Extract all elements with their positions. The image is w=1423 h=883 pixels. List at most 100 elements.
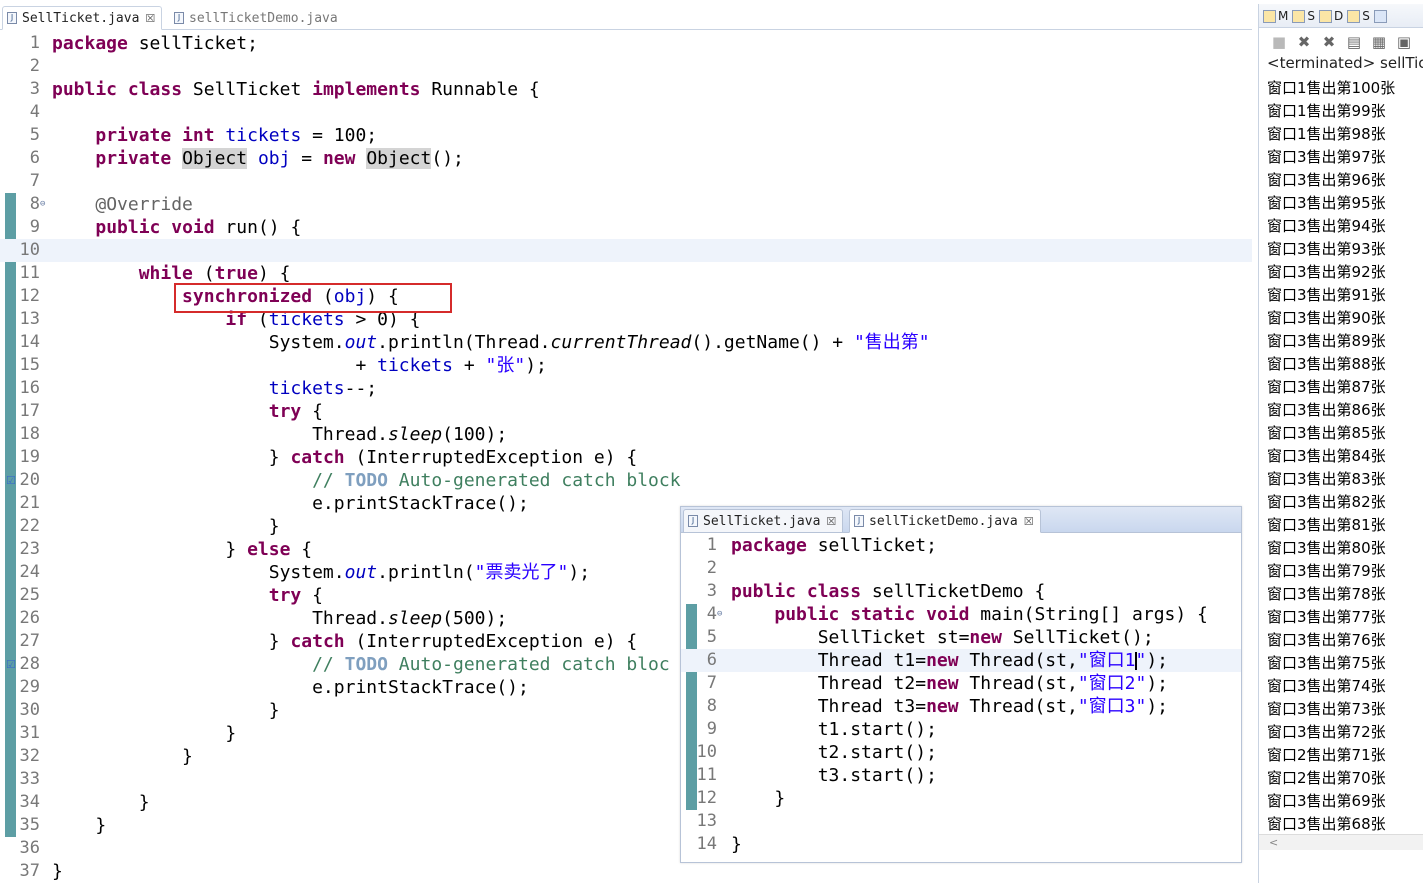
keyword: new (926, 673, 959, 694)
console-line: 窗口3售出第92张 (1267, 263, 1386, 281)
code-token: } (268, 700, 280, 721)
code-text: t3.start(); (731, 764, 937, 787)
java-file-icon: J (688, 515, 698, 527)
code-text: } (52, 722, 236, 745)
view-tab-servers[interactable]: S (1292, 9, 1315, 23)
view-tab-label: S (1307, 8, 1315, 23)
view-tab-markers[interactable]: M (1263, 9, 1288, 23)
console-line: 窗口3售出第88张 (1267, 355, 1386, 373)
string-token: "窗口1 (1077, 650, 1136, 671)
code-token: ); (525, 355, 547, 376)
code-token: ); (568, 562, 591, 583)
code-text: SellTicket st=new SellTicket(); (731, 626, 1154, 649)
code-text: System.out.println("票卖光了"); (52, 561, 590, 584)
line-number: 30 (19, 700, 40, 720)
line-number: 26 (19, 608, 40, 628)
code-line: 15 + tickets + "张"); (0, 354, 1252, 377)
keyword: true (214, 263, 258, 284)
line-number: 35 (19, 815, 40, 835)
code-token: } (138, 792, 150, 813)
java-file-icon: J (174, 12, 184, 24)
remove-launch-icon[interactable]: ✖ (1296, 34, 1312, 50)
view-tab-snippets[interactable]: S (1347, 9, 1370, 23)
code-token: e.printStackTrace(); (312, 493, 529, 514)
console-line: 窗口3售出第68张 (1267, 815, 1386, 833)
code-token: ); (1146, 650, 1169, 671)
code-line: 18 Thread.sleep(100); (0, 423, 1252, 446)
code-token: Runnable { (431, 79, 540, 100)
code-token: } (731, 834, 742, 855)
code-line: 1 package sellTicket; (0, 32, 1252, 55)
tab-sellticketdemo-java[interactable]: J sellTicketDemo.java ☒ (849, 509, 1041, 533)
snippets-icon (1347, 9, 1361, 23)
code-token: t1.start(); (817, 719, 937, 740)
console-output[interactable]: 窗口1售出第100张 窗口1售出第99张 窗口1售出第98张 窗口3售出第97张… (1267, 77, 1423, 836)
data-source-icon (1318, 9, 1332, 23)
console-line: 窗口3售出第93张 (1267, 240, 1386, 258)
view-tab-console[interactable] (1373, 9, 1389, 23)
remove-all-icon[interactable]: ✖ (1321, 34, 1337, 50)
fold-toggle-icon[interactable]: ⊖ (717, 603, 722, 626)
code-line: 6 private Object obj = new Object(); (0, 147, 1252, 170)
code-token: SellTicket st= (817, 627, 970, 648)
code-area[interactable]: 1 package sellTicket; 2 3 public class sel… (681, 534, 1241, 856)
view-tab-data[interactable]: D (1318, 9, 1343, 23)
clear-console-icon[interactable]: ▤ (1346, 34, 1362, 50)
code-token: SellTicket(); (1001, 627, 1154, 648)
code-line: 3 public class sellTicketDemo { (681, 580, 1241, 603)
comment-token: // (312, 654, 345, 675)
code-token: ) { (257, 263, 291, 284)
keyword: void (926, 604, 970, 625)
code-line: 5 private int tickets = 100; (0, 124, 1252, 147)
tab-sellticket-java[interactable]: J SellTicket.java ☒ (683, 509, 844, 533)
code-line: 2 (681, 557, 1241, 580)
field-token: obj (257, 148, 291, 169)
code-token: } (268, 447, 291, 468)
console-line: 窗口2售出第70张 (1267, 769, 1386, 787)
code-token: t2.start(); (817, 742, 937, 763)
fold-toggle-icon[interactable]: ⊖ (40, 193, 45, 216)
code-line: 4 ⊖ public static void main(String[] args… (681, 603, 1241, 626)
scroll-lock-icon[interactable]: ▦ (1371, 34, 1387, 50)
code-text: // TODO Auto-generated catch bloc (52, 653, 670, 676)
code-text: private int tickets = 100; (52, 124, 377, 147)
scroll-left-icon[interactable]: < (1269, 836, 1278, 849)
java-file-icon: J (854, 515, 864, 527)
tab-sellticket-java[interactable]: J SellTicket.java ☒ (2, 6, 163, 30)
line-number: 32 (19, 746, 40, 766)
string-token: "票卖光了" (474, 562, 569, 583)
code-token: } (225, 723, 237, 744)
line-number: 6 (29, 148, 40, 168)
code-line: 8 Thread t3=new Thread(st,"窗口3"); (681, 695, 1241, 718)
code-token: .println( (377, 562, 475, 583)
line-number: 13 (19, 309, 40, 329)
line-number: 4 (706, 604, 717, 624)
close-icon[interactable]: ☒ (145, 12, 155, 25)
pin-console-icon[interactable]: ▣ (1396, 34, 1412, 50)
code-text: // TODO Auto-generated catch block (52, 469, 680, 492)
code-token: Thread t3= (817, 696, 927, 717)
line-number: 33 (19, 769, 40, 789)
console-line: 窗口3售出第85张 (1267, 424, 1386, 442)
tab-sellticketdemo-java[interactable]: J sellTicketDemo.java (170, 6, 344, 30)
code-line: 13 (681, 810, 1241, 833)
code-token: = 100; (301, 125, 378, 146)
console-line: 窗口1售出第100张 (1267, 79, 1396, 97)
tab-label: sellTicketDemo.java (869, 513, 1018, 529)
line-number: 27 (19, 631, 40, 651)
horizontal-scrollbar[interactable]: < (1259, 834, 1423, 850)
synchronized-highlight-box (174, 283, 452, 313)
close-icon[interactable]: ☒ (826, 515, 836, 528)
editor-tab-bar: J SellTicket.java ☒ J sellTicketDemo.jav… (681, 507, 1241, 533)
code-token: Thread t2= (817, 673, 927, 694)
close-icon[interactable]: ☒ (1024, 515, 1034, 528)
console-panel[interactable]: M S D S ■ ✖ ✖ ▤ ▦ ▣ <terminated> sellTic… (1258, 4, 1423, 883)
keyword: catch (290, 631, 345, 652)
line-number: 11 (696, 765, 717, 785)
code-text: } (52, 791, 150, 814)
demo-editor-window[interactable]: J SellTicket.java ☒ J sellTicketDemo.jav… (680, 506, 1242, 863)
console-line: 窗口3售出第75张 (1267, 654, 1386, 672)
console-line: 窗口2售出第71张 (1267, 746, 1386, 764)
terminate-icon[interactable]: ■ (1271, 34, 1287, 50)
view-tab-label: S (1362, 8, 1370, 23)
